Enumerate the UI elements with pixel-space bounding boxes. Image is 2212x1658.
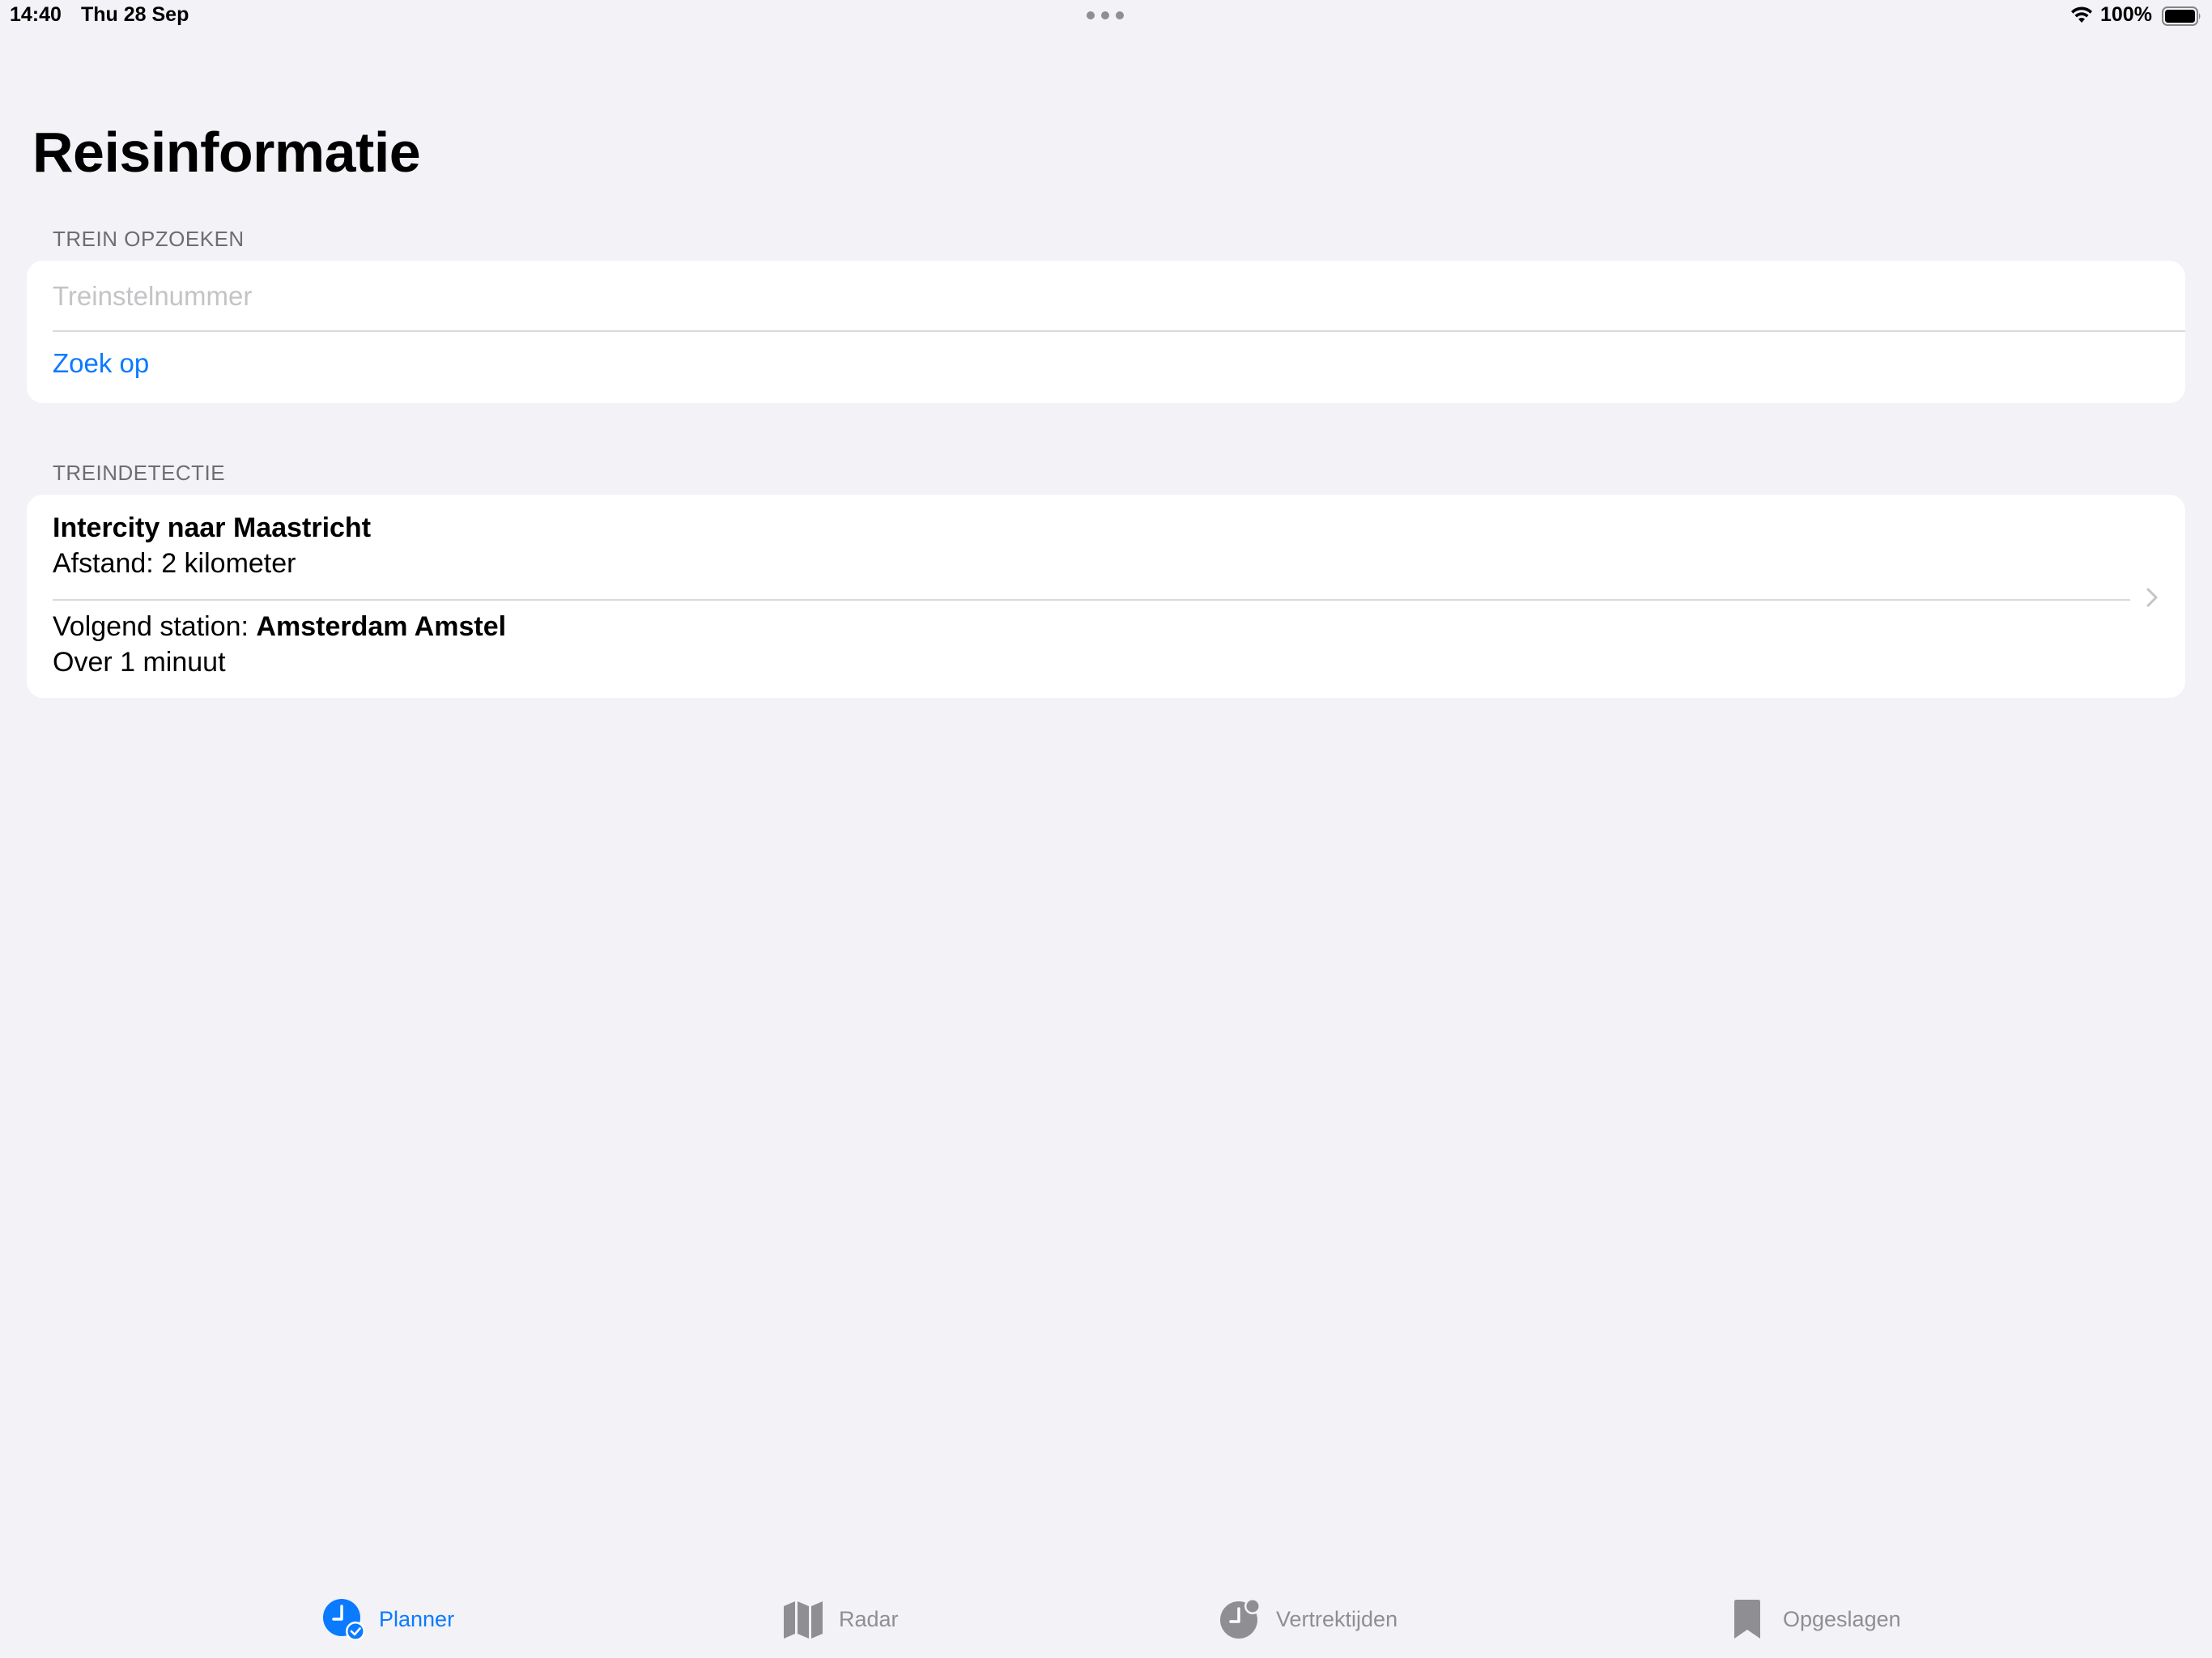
separator bbox=[53, 330, 2185, 332]
tab-label: Vertrektijden bbox=[1276, 1606, 1398, 1631]
wifi-icon bbox=[2071, 6, 2092, 23]
tab-planner[interactable]: Planner bbox=[322, 1595, 454, 1643]
tab-vertrektijden[interactable]: Vertrektijden bbox=[1219, 1595, 1397, 1643]
train-detection-card[interactable]: Intercity naar Maastricht Afstand: 2 kil… bbox=[27, 495, 2185, 698]
train-name: Intercity naar Maastricht bbox=[53, 512, 372, 543]
battery-icon bbox=[2162, 6, 2201, 26]
map-icon bbox=[784, 1601, 823, 1639]
tab-label: Opgeslagen bbox=[1783, 1606, 1901, 1631]
next-station-name: Amsterdam Amstel bbox=[256, 611, 507, 642]
status-time: 14:40 bbox=[10, 3, 62, 26]
next-station-label: Volgend station: bbox=[53, 611, 249, 642]
clock-check-icon bbox=[323, 1599, 364, 1640]
chevron-right-icon bbox=[2146, 588, 2158, 607]
tab-label: Radar bbox=[839, 1606, 899, 1631]
tab-bar: Planner Radar Vertrektijden Opgeslagen bbox=[0, 1579, 2212, 1658]
status-bar: 14:40 Thu 28 Sep 100% bbox=[0, 0, 2212, 32]
screen: 14:40 Thu 28 Sep 100% Reisinformatie TRE… bbox=[0, 0, 2212, 1658]
train-number-input[interactable] bbox=[53, 275, 2158, 317]
next-station-line: Volgend station: Amsterdam Amstel bbox=[53, 611, 506, 643]
section-header-detection: TREINDETECTIE bbox=[53, 461, 226, 485]
arrival-eta: Over 1 minuut bbox=[53, 647, 226, 678]
bookmark-icon bbox=[1734, 1600, 1760, 1639]
clock-badge-icon bbox=[1220, 1598, 1261, 1639]
lookup-card: Zoek op bbox=[27, 261, 2185, 403]
tab-label: Planner bbox=[379, 1606, 455, 1631]
tab-radar[interactable]: Radar bbox=[782, 1595, 899, 1643]
battery-percentage: 100% bbox=[2100, 3, 2152, 26]
separator bbox=[53, 599, 2130, 601]
search-button[interactable]: Zoek op bbox=[53, 348, 149, 379]
train-distance: Afstand: 2 kilometer bbox=[53, 548, 296, 579]
page-title: Reisinformatie bbox=[32, 121, 421, 184]
status-date: Thu 28 Sep bbox=[81, 3, 189, 26]
tab-opgeslagen[interactable]: Opgeslagen bbox=[1726, 1595, 1901, 1643]
section-header-lookup: TREIN OPZOEKEN bbox=[53, 227, 245, 251]
multitasking-dots-icon[interactable] bbox=[1087, 11, 1124, 19]
